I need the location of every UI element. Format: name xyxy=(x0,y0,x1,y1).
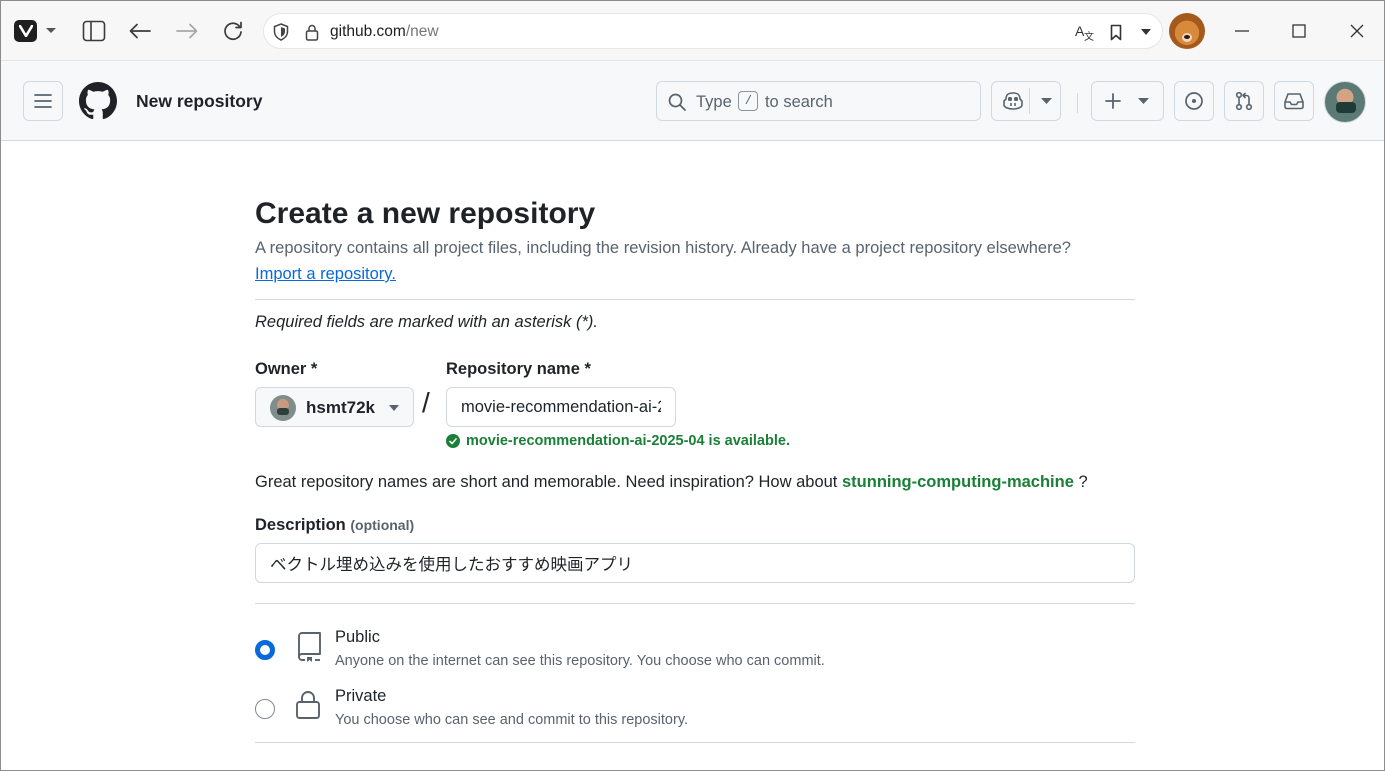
owner-repo-separator: / xyxy=(422,387,430,418)
inbox-icon xyxy=(1284,93,1304,110)
page-subtitle: A repository contains all project files,… xyxy=(255,239,1071,257)
search-placeholder: Type / to search xyxy=(696,91,833,112)
address-bar[interactable]: github.com/new A文 xyxy=(263,13,1163,49)
import-repository-link[interactable]: Import a repository. xyxy=(255,265,396,284)
back-icon[interactable] xyxy=(124,15,156,47)
github-header: New repository Type / to search xyxy=(1,61,1384,141)
public-radio[interactable] xyxy=(255,640,275,660)
reload-icon[interactable] xyxy=(217,15,249,47)
divider xyxy=(255,299,1135,300)
translate-icon[interactable]: A文 xyxy=(1072,20,1096,44)
copilot-icon xyxy=(1003,92,1023,110)
private-radio[interactable] xyxy=(255,699,275,719)
divider xyxy=(255,603,1135,604)
panel-toggle-icon[interactable] xyxy=(78,15,110,47)
repository-name-input[interactable] xyxy=(446,387,676,427)
bookmark-icon[interactable] xyxy=(1104,20,1128,44)
chevron-down-icon[interactable] xyxy=(39,15,63,47)
svg-text:文: 文 xyxy=(1084,30,1094,41)
description-input[interactable] xyxy=(255,543,1135,583)
public-option-title: Public xyxy=(335,628,380,646)
vivaldi-menu-icon[interactable] xyxy=(14,20,37,42)
issues-button[interactable] xyxy=(1174,81,1214,121)
header-divider xyxy=(1077,93,1078,113)
hamburger-icon xyxy=(34,94,52,108)
browser-toolbar: github.com/new A文 xyxy=(1,1,1384,61)
owner-label: Owner * xyxy=(255,360,318,378)
repository-name-label: Repository name * xyxy=(446,360,591,378)
shield-icon[interactable] xyxy=(269,20,293,44)
search-icon xyxy=(668,93,686,111)
issue-opened-icon xyxy=(1185,92,1203,110)
page-title: Create a new repository xyxy=(255,197,596,230)
availability-text: movie-recommendation-ai-2025-04 is avail… xyxy=(466,433,790,449)
pull-requests-button[interactable] xyxy=(1224,81,1264,121)
suggested-name-link[interactable]: stunning-computing-machine xyxy=(842,473,1074,491)
availability-message: movie-recommendation-ai-2025-04 is avail… xyxy=(446,433,790,449)
url-text[interactable]: github.com/new xyxy=(330,23,439,41)
plus-icon xyxy=(1105,93,1121,109)
user-avatar[interactable] xyxy=(1324,81,1366,123)
chevron-down-icon xyxy=(389,405,399,411)
lock-icon[interactable] xyxy=(300,20,324,44)
github-logo-icon[interactable] xyxy=(79,82,117,120)
optional-tag: (optional) xyxy=(350,517,415,533)
required-fields-note: Required fields are marked with an aster… xyxy=(255,313,598,331)
name-inspiration: Great repository names are short and mem… xyxy=(255,473,1088,491)
repo-icon xyxy=(295,631,325,662)
owner-select[interactable]: hsmt72k xyxy=(255,387,414,427)
chevron-down-icon xyxy=(1138,98,1149,104)
chevron-down-icon[interactable] xyxy=(1134,20,1158,44)
owner-name: hsmt72k xyxy=(306,398,375,417)
owner-avatar xyxy=(270,395,296,421)
minimize-icon[interactable] xyxy=(1226,15,1258,47)
close-icon[interactable] xyxy=(1341,15,1373,47)
private-option-title: Private xyxy=(335,687,387,705)
chevron-down-icon[interactable] xyxy=(1041,98,1052,105)
private-option-description: You choose who can see and commit to thi… xyxy=(335,712,689,728)
menu-button[interactable] xyxy=(23,81,63,121)
page-context-title[interactable]: New repository xyxy=(136,91,262,112)
forward-icon[interactable] xyxy=(171,15,203,47)
lock-icon xyxy=(295,690,325,720)
public-option-description: Anyone on the internet can see this repo… xyxy=(335,653,825,669)
check-circle-icon xyxy=(446,434,460,448)
copilot-button[interactable] xyxy=(991,81,1061,121)
slash-key-hint: / xyxy=(738,91,759,112)
git-pull-request-icon xyxy=(1235,91,1253,111)
description-label: Description (optional) xyxy=(255,516,415,534)
search-input[interactable]: Type / to search xyxy=(656,81,981,121)
profile-avatar[interactable] xyxy=(1169,13,1205,49)
inbox-button[interactable] xyxy=(1274,81,1314,121)
create-new-button[interactable] xyxy=(1091,81,1164,121)
clipped-section-heading xyxy=(255,764,555,771)
maximize-icon[interactable] xyxy=(1283,15,1315,47)
divider xyxy=(255,742,1135,743)
